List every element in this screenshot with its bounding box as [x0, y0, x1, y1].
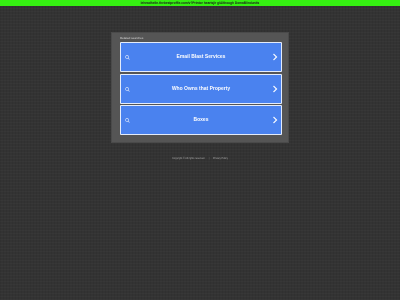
search-link-label: Who Owns that Property — [171, 86, 231, 92]
chevron-right-icon — [273, 53, 278, 61]
search-icon — [125, 87, 130, 92]
footer-separator: | — [208, 157, 210, 160]
chevron-right-icon — [273, 116, 278, 124]
footer: Copyright © All rights reserved. | Priva… — [0, 157, 400, 160]
privacy-policy-link[interactable]: Privacy Policy — [213, 157, 228, 160]
search-icon — [125, 55, 130, 60]
search-link-boxes[interactable]: Boxes — [120, 105, 282, 135]
top-banner: leheadhelln.thebestproffle.com/v?Printor… — [0, 0, 400, 6]
search-link-who-owns-that-property[interactable]: Who Owns that Property — [120, 74, 282, 104]
search-link-label: Boxes — [193, 117, 209, 123]
panel-title: Related searches — [120, 36, 144, 40]
search-link-email-blast-services[interactable]: Email Blast Services — [120, 42, 282, 72]
search-link-label: Email Blast Services — [176, 54, 226, 60]
related-searches-panel: Related searches Email Blast Services Wh… — [111, 32, 289, 143]
copyright-text: Copyright © All rights reserved. — [172, 157, 206, 160]
search-icon — [125, 118, 130, 123]
chevron-right-icon — [273, 85, 278, 93]
